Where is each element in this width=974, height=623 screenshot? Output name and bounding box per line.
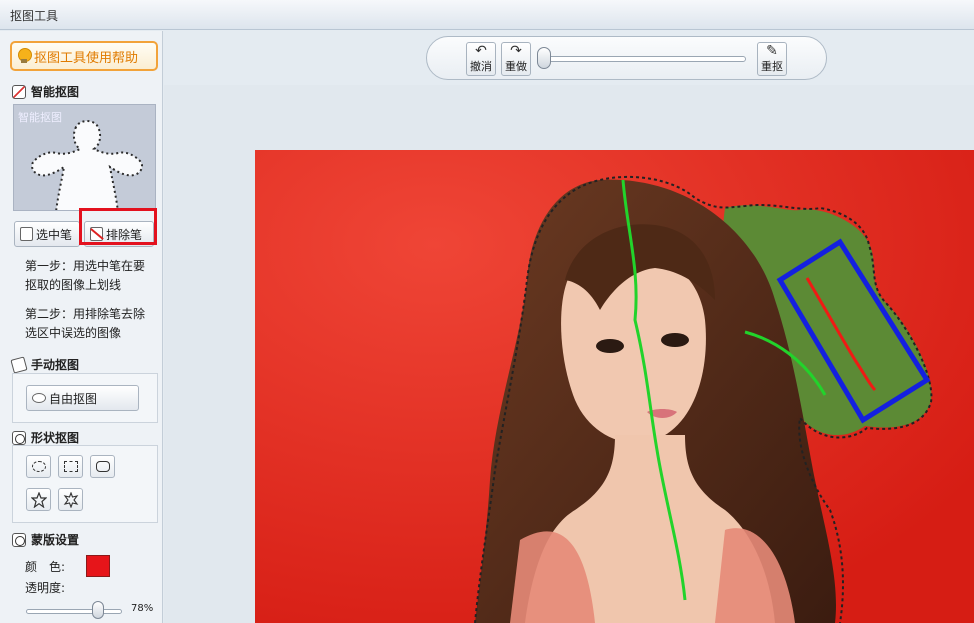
rounded-rect-shape-button[interactable] <box>90 455 115 478</box>
undo-icon: ↶ <box>475 43 487 59</box>
mask-color-swatch[interactable] <box>86 555 110 577</box>
star-shape-button[interactable] <box>26 488 51 511</box>
section-smart-title: 智能抠图 <box>12 83 79 100</box>
hand-icon <box>10 355 28 374</box>
redraw-label: 重抠 <box>761 60 783 73</box>
window-title: 抠图工具 <box>10 9 59 23</box>
pen-icon: ✎ <box>766 43 778 59</box>
undo-label: 撤消 <box>470 60 492 73</box>
step-two-text: 第二步：用排除笔去除选区中误选的图像 <box>25 307 146 340</box>
star-icon <box>30 491 47 508</box>
shape-section-icon <box>12 430 26 445</box>
lightbulb-icon <box>18 48 32 64</box>
smart-preview-image: 智能抠图 <box>13 104 156 211</box>
select-pen-button[interactable]: 选中笔 <box>14 221 80 247</box>
help-button-label: 抠图工具使用帮助 <box>34 50 139 66</box>
top-toolbar: ↶ 撤消 ↷ 重做 ✎ 重抠 <box>426 36 827 80</box>
section-shape-title: 形状抠图 <box>12 429 79 446</box>
brush-size-slider-track[interactable] <box>540 56 746 62</box>
free-cutout-label: 自由抠图 <box>49 391 98 406</box>
portrait-image <box>255 150 974 623</box>
section-mask-title: 蒙版设置 <box>12 531 79 548</box>
section-smart-label: 智能抠图 <box>31 85 80 99</box>
section-manual-title: 手动抠图 <box>10 355 80 374</box>
free-cutout-button[interactable]: 自由抠图 <box>26 385 139 411</box>
ellipse-icon <box>31 461 46 472</box>
pen-select-icon <box>20 227 33 241</box>
help-button[interactable]: 抠图工具使用帮助 <box>10 41 158 71</box>
opacity-slider-thumb[interactable] <box>92 601 104 619</box>
preview-caption: 智能抠图 <box>18 111 62 124</box>
star-outline-icon <box>63 491 78 508</box>
rect-shape-button[interactable] <box>58 455 83 478</box>
ellipse-shape-button[interactable] <box>26 455 51 478</box>
brush-size-slider-thumb[interactable] <box>537 47 551 69</box>
redo-button[interactable]: ↷ 重做 <box>501 42 531 76</box>
redo-label: 重做 <box>505 60 527 73</box>
sidebar: 抠图工具使用帮助 智能抠图 智能抠图 选中笔 排除笔 第一步：用选中笔在要抠取的… <box>0 31 163 623</box>
lasso-icon <box>32 393 46 403</box>
section-shape-label: 形状抠图 <box>31 431 80 445</box>
photo-canvas[interactable] <box>255 150 974 623</box>
redo-icon: ↷ <box>510 43 522 59</box>
rect-dashed-icon <box>63 461 78 472</box>
redraw-button[interactable]: ✎ 重抠 <box>757 42 787 76</box>
opacity-slider-track[interactable] <box>26 609 122 614</box>
mask-color-label: 颜 色: <box>25 560 66 574</box>
mask-opacity-label: 透明度: <box>25 581 66 595</box>
section-manual-label: 手动抠图 <box>31 358 80 372</box>
step-one-text: 第一步：用选中笔在要抠取的图像上划线 <box>25 259 146 292</box>
star-outline-shape-button[interactable] <box>58 488 83 511</box>
select-pen-label: 选中笔 <box>36 227 73 242</box>
rounded-rect-icon <box>95 461 110 472</box>
undo-button[interactable]: ↶ 撤消 <box>466 42 496 76</box>
section-mask-label: 蒙版设置 <box>31 533 80 547</box>
title-bar: 抠图工具 <box>0 0 974 30</box>
highlight-box <box>79 208 157 245</box>
opacity-value: 78% <box>131 603 154 614</box>
mask-icon <box>12 532 26 547</box>
magic-select-icon <box>12 84 26 99</box>
